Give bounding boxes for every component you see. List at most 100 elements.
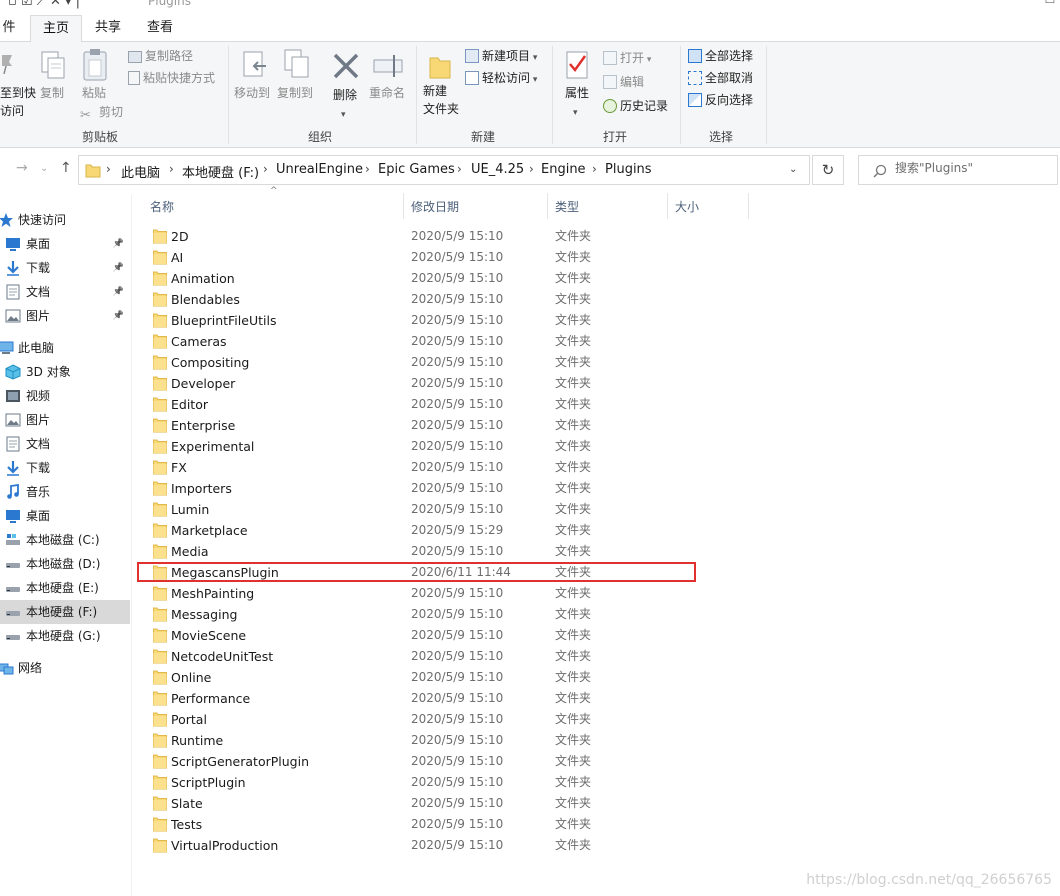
- file-row[interactable]: BlueprintFileUtils 2020/5/9 15:10 文件夹: [132, 310, 1060, 331]
- maximize-icon[interactable]: ☐: [1040, 0, 1060, 6]
- file-row[interactable]: FX 2020/5/9 15:10 文件夹: [132, 457, 1060, 478]
- tab-share[interactable]: 共享: [84, 15, 132, 43]
- file-row[interactable]: Experimental 2020/5/9 15:10 文件夹: [132, 436, 1060, 457]
- rename-button[interactable]: 重命名: [369, 84, 405, 102]
- cut-button[interactable]: ✂ 剪切: [80, 103, 123, 123]
- file-row[interactable]: MovieScene 2020/5/9 15:10 文件夹: [132, 625, 1060, 646]
- file-row[interactable]: AI 2020/5/9 15:10 文件夹: [132, 247, 1060, 268]
- file-row[interactable]: Messaging 2020/5/9 15:10 文件夹: [132, 604, 1060, 625]
- copy-button[interactable]: 复制: [40, 84, 64, 102]
- chevron-down-icon[interactable]: ⌄: [789, 164, 797, 175]
- file-row[interactable]: Lumin 2020/5/9 15:10 文件夹: [132, 499, 1060, 520]
- properties-button[interactable]: 属性 ▾: [565, 84, 589, 122]
- delete-button[interactable]: 删除 ▾: [333, 86, 357, 124]
- move-to-button[interactable]: 移动到: [234, 84, 270, 102]
- nav-item[interactable]: 本地磁盘 (D:): [0, 552, 130, 576]
- breadcrumb-item[interactable]: Epic Games: [378, 162, 455, 177]
- column-header-name[interactable]: 名称: [150, 198, 174, 215]
- breadcrumb-item[interactable]: Engine: [541, 162, 586, 177]
- recent-locations-icon[interactable]: ⌄: [40, 163, 48, 174]
- nav-item[interactable]: 文档 📌: [0, 280, 130, 304]
- search-box[interactable]: [858, 155, 1058, 185]
- copy-path-button[interactable]: 复制路径: [128, 47, 193, 65]
- breadcrumb-item[interactable]: UnrealEngine: [276, 162, 363, 177]
- file-row[interactable]: Runtime 2020/5/9 15:10 文件夹: [132, 730, 1060, 751]
- pin-icon[interactable]: 📌: [113, 280, 124, 304]
- refresh-button[interactable]: ↻: [812, 155, 844, 185]
- nav-item[interactable]: 桌面 📌: [0, 232, 130, 256]
- file-row[interactable]: MeshPainting 2020/5/9 15:10 文件夹: [132, 583, 1060, 604]
- breadcrumb-item[interactable]: 此电脑: [121, 162, 160, 181]
- column-header-date[interactable]: 修改日期: [411, 198, 459, 215]
- pin-quick-access-button[interactable]: 至到快 访问: [0, 84, 36, 120]
- nav-item[interactable]: 快速访问: [0, 208, 130, 232]
- forward-arrow-icon[interactable]: →: [16, 160, 28, 176]
- column-divider[interactable]: [748, 193, 749, 219]
- open-button[interactable]: 打开 ▾: [603, 49, 651, 69]
- file-row[interactable]: Animation 2020/5/9 15:10 文件夹: [132, 268, 1060, 289]
- minimize-icon[interactable]: —: [994, 0, 1014, 6]
- column-divider[interactable]: [547, 193, 548, 219]
- search-input[interactable]: [895, 161, 1045, 175]
- nav-item[interactable]: 图片: [0, 408, 130, 432]
- file-row[interactable]: Developer 2020/5/9 15:10 文件夹: [132, 373, 1060, 394]
- breadcrumb-item[interactable]: Plugins: [605, 162, 652, 177]
- easy-access-button[interactable]: 轻松访问 ▾: [465, 69, 537, 89]
- file-row[interactable]: Editor 2020/5/9 15:10 文件夹: [132, 394, 1060, 415]
- nav-item[interactable]: 网络: [0, 656, 130, 680]
- nav-item[interactable]: 本地硬盘 (F:): [0, 600, 130, 624]
- history-button[interactable]: 历史记录: [603, 97, 668, 115]
- nav-item[interactable]: 下载 📌: [0, 256, 130, 280]
- file-row[interactable]: Media 2020/5/9 15:10 文件夹: [132, 541, 1060, 562]
- nav-item[interactable]: 本地硬盘 (E:): [0, 576, 130, 600]
- breadcrumb-item[interactable]: 本地硬盘 (F:): [182, 162, 259, 181]
- select-all-button[interactable]: 全部选择: [688, 47, 753, 65]
- file-row[interactable]: VirtualProduction 2020/5/9 15:10 文件夹: [132, 835, 1060, 856]
- file-row[interactable]: Performance 2020/5/9 15:10 文件夹: [132, 688, 1060, 709]
- file-row[interactable]: Cameras 2020/5/9 15:10 文件夹: [132, 331, 1060, 352]
- nav-item[interactable]: 此电脑: [0, 336, 130, 360]
- breadcrumb-item[interactable]: UE_4.25: [471, 162, 524, 177]
- file-row[interactable]: Online 2020/5/9 15:10 文件夹: [132, 667, 1060, 688]
- file-row[interactable]: Slate 2020/5/9 15:10 文件夹: [132, 793, 1060, 814]
- nav-item[interactable]: 视频: [0, 384, 130, 408]
- file-row[interactable]: NetcodeUnitTest 2020/5/9 15:10 文件夹: [132, 646, 1060, 667]
- file-row[interactable]: Blendables 2020/5/9 15:10 文件夹: [132, 289, 1060, 310]
- nav-item[interactable]: 音乐: [0, 480, 130, 504]
- file-row[interactable]: ScriptGeneratorPlugin 2020/5/9 15:10 文件夹: [132, 751, 1060, 772]
- invert-selection-button[interactable]: 反向选择: [688, 91, 753, 109]
- quick-access-toolbar[interactable]: ▫ ☑ ⟋ ✕ ▾ |: [8, 0, 80, 9]
- file-row[interactable]: Importers 2020/5/9 15:10 文件夹: [132, 478, 1060, 499]
- pin-icon[interactable]: 📌: [113, 304, 124, 328]
- file-row[interactable]: Marketplace 2020/5/9 15:29 文件夹: [132, 520, 1060, 541]
- nav-item[interactable]: 图片 📌: [0, 304, 130, 328]
- edit-button[interactable]: 编辑: [603, 73, 644, 91]
- column-header-size[interactable]: 大小: [675, 198, 699, 215]
- file-row[interactable]: Portal 2020/5/9 15:10 文件夹: [132, 709, 1060, 730]
- file-row[interactable]: ScriptPlugin 2020/5/9 15:10 文件夹: [132, 772, 1060, 793]
- tab-home[interactable]: 主页: [30, 15, 82, 43]
- new-item-button[interactable]: 新建项目 ▾: [465, 47, 537, 67]
- nav-item[interactable]: 3D 对象: [0, 360, 130, 384]
- new-folder-button[interactable]: 新建 文件夹: [423, 82, 459, 118]
- nav-item[interactable]: 本地硬盘 (G:): [0, 624, 130, 648]
- column-divider[interactable]: [403, 193, 404, 219]
- up-arrow-icon[interactable]: ↑: [60, 160, 72, 176]
- nav-item[interactable]: 下载: [0, 456, 130, 480]
- paste-shortcut-button[interactable]: 粘贴快捷方式: [128, 69, 215, 87]
- nav-item[interactable]: 文档: [0, 432, 130, 456]
- pin-icon[interactable]: 📌: [113, 256, 124, 280]
- paste-button[interactable]: 粘贴: [82, 84, 106, 102]
- copy-to-button[interactable]: 复制到: [277, 84, 313, 102]
- file-row[interactable]: Tests 2020/5/9 15:10 文件夹: [132, 814, 1060, 835]
- column-header-type[interactable]: 类型: [555, 198, 579, 215]
- address-bar[interactable]: › 此电脑 › 本地硬盘 (F:) › UnrealEngine › Epic …: [78, 155, 810, 185]
- tab-view[interactable]: 查看: [136, 15, 184, 43]
- nav-item[interactable]: 桌面: [0, 504, 130, 528]
- pin-icon[interactable]: 📌: [113, 232, 124, 256]
- tab-file[interactable]: 件: [0, 15, 18, 43]
- file-row[interactable]: Enterprise 2020/5/9 15:10 文件夹: [132, 415, 1060, 436]
- nav-item[interactable]: 本地磁盘 (C:): [0, 528, 130, 552]
- file-row[interactable]: Compositing 2020/5/9 15:10 文件夹: [132, 352, 1060, 373]
- column-divider[interactable]: [667, 193, 668, 219]
